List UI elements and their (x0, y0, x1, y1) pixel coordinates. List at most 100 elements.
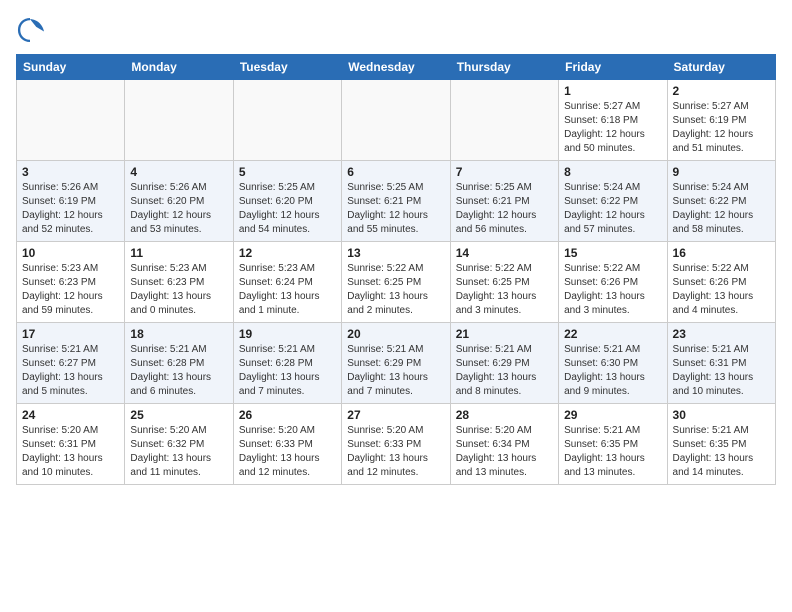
calendar-cell: 26 Sunrise: 5:20 AM Sunset: 6:33 PM Dayli… (233, 404, 341, 485)
header (16, 16, 776, 44)
calendar-header-monday: Monday (125, 55, 233, 80)
calendar-cell (125, 80, 233, 161)
day-detail: Sunrise: 5:24 AM Sunset: 6:22 PM Dayligh… (673, 181, 770, 237)
calendar-week-row: 1Sunrise: 5:27 AM Sunset: 6:18 PM Daylig… (17, 80, 776, 161)
calendar-cell: 14 Sunrise: 5:22 AM Sunset: 6:25 PM Dayli… (450, 242, 558, 323)
calendar-cell: 16 Sunrise: 5:22 AM Sunset: 6:26 PM Dayli… (667, 242, 775, 323)
day-number: 8 (564, 165, 661, 179)
day-detail: Sunrise: 5:21 AM Sunset: 6:30 PM Dayligh… (564, 343, 661, 399)
calendar-cell: 23 Sunrise: 5:21 AM Sunset: 6:31 PM Dayli… (667, 323, 775, 404)
calendar-week-row: 3 Sunrise: 5:26 AM Sunset: 6:19 PM Daylig… (17, 161, 776, 242)
day-number: 7 (456, 165, 553, 179)
calendar-cell: 1Sunrise: 5:27 AM Sunset: 6:18 PM Daylig… (559, 80, 667, 161)
day-detail: Sunrise: 5:23 AM Sunset: 6:23 PM Dayligh… (22, 262, 119, 318)
calendar-cell: 8 Sunrise: 5:24 AM Sunset: 6:22 PM Daylig… (559, 161, 667, 242)
day-detail: Sunrise: 5:23 AM Sunset: 6:23 PM Dayligh… (130, 262, 227, 318)
calendar-cell: 5Sunrise: 5:25 AM Sunset: 6:20 PM Daylig… (233, 161, 341, 242)
day-detail: Sunrise: 5:26 AM Sunset: 6:19 PM Dayligh… (22, 181, 119, 237)
day-detail: Sunrise: 5:27 AM Sunset: 6:19 PM Dayligh… (673, 100, 770, 156)
day-number: 11 (130, 246, 227, 260)
day-number: 18 (130, 327, 227, 341)
day-number: 15 (564, 246, 661, 260)
day-detail: Sunrise: 5:21 AM Sunset: 6:28 PM Dayligh… (239, 343, 336, 399)
calendar-week-row: 24 Sunrise: 5:20 AM Sunset: 6:31 PM Dayli… (17, 404, 776, 485)
day-detail: Sunrise: 5:25 AM Sunset: 6:21 PM Dayligh… (456, 181, 553, 237)
calendar-cell: 27 Sunrise: 5:20 AM Sunset: 6:33 PM Dayli… (342, 404, 450, 485)
calendar-cell: 22 Sunrise: 5:21 AM Sunset: 6:30 PM Dayli… (559, 323, 667, 404)
day-number: 2 (673, 84, 770, 98)
calendar-cell: 12Sunrise: 5:23 AM Sunset: 6:24 PM Dayli… (233, 242, 341, 323)
calendar-cell: 2 Sunrise: 5:27 AM Sunset: 6:19 PM Daylig… (667, 80, 775, 161)
day-number: 29 (564, 408, 661, 422)
day-number: 26 (239, 408, 336, 422)
calendar-week-row: 17 Sunrise: 5:21 AM Sunset: 6:27 PM Dayli… (17, 323, 776, 404)
day-number: 10 (22, 246, 119, 260)
day-number: 20 (347, 327, 444, 341)
calendar-header-row: SundayMondayTuesdayWednesdayThursdayFrid… (17, 55, 776, 80)
day-detail: Sunrise: 5:21 AM Sunset: 6:27 PM Dayligh… (22, 343, 119, 399)
calendar-cell: 25Sunrise: 5:20 AM Sunset: 6:32 PM Dayli… (125, 404, 233, 485)
calendar-cell: 4 Sunrise: 5:26 AM Sunset: 6:20 PM Daylig… (125, 161, 233, 242)
calendar-cell: 20 Sunrise: 5:21 AM Sunset: 6:29 PM Dayli… (342, 323, 450, 404)
calendar-cell: 30 Sunrise: 5:21 AM Sunset: 6:35 PM Dayli… (667, 404, 775, 485)
logo (16, 16, 48, 44)
calendar-cell (450, 80, 558, 161)
day-number: 3 (22, 165, 119, 179)
calendar-cell: 29Sunrise: 5:21 AM Sunset: 6:35 PM Dayli… (559, 404, 667, 485)
day-detail: Sunrise: 5:20 AM Sunset: 6:34 PM Dayligh… (456, 424, 553, 480)
day-number: 13 (347, 246, 444, 260)
day-detail: Sunrise: 5:21 AM Sunset: 6:31 PM Dayligh… (673, 343, 770, 399)
calendar-cell: 7 Sunrise: 5:25 AM Sunset: 6:21 PM Daylig… (450, 161, 558, 242)
calendar-cell: 6Sunrise: 5:25 AM Sunset: 6:21 PM Daylig… (342, 161, 450, 242)
day-number: 30 (673, 408, 770, 422)
calendar-cell: 15 Sunrise: 5:22 AM Sunset: 6:26 PM Dayli… (559, 242, 667, 323)
day-number: 22 (564, 327, 661, 341)
day-detail: Sunrise: 5:24 AM Sunset: 6:22 PM Dayligh… (564, 181, 661, 237)
calendar-header-thursday: Thursday (450, 55, 558, 80)
day-number: 23 (673, 327, 770, 341)
calendar-cell: 18 Sunrise: 5:21 AM Sunset: 6:28 PM Dayli… (125, 323, 233, 404)
calendar-cell: 21 Sunrise: 5:21 AM Sunset: 6:29 PM Dayli… (450, 323, 558, 404)
calendar-cell: 9Sunrise: 5:24 AM Sunset: 6:22 PM Daylig… (667, 161, 775, 242)
calendar-header-friday: Friday (559, 55, 667, 80)
day-detail: Sunrise: 5:23 AM Sunset: 6:24 PM Dayligh… (239, 262, 336, 318)
calendar-cell (342, 80, 450, 161)
day-detail: Sunrise: 5:22 AM Sunset: 6:25 PM Dayligh… (347, 262, 444, 318)
day-number: 24 (22, 408, 119, 422)
day-detail: Sunrise: 5:26 AM Sunset: 6:20 PM Dayligh… (130, 181, 227, 237)
day-detail: Sunrise: 5:20 AM Sunset: 6:33 PM Dayligh… (347, 424, 444, 480)
calendar-cell: 17 Sunrise: 5:21 AM Sunset: 6:27 PM Dayli… (17, 323, 125, 404)
calendar-cell: 3 Sunrise: 5:26 AM Sunset: 6:19 PM Daylig… (17, 161, 125, 242)
calendar-cell: 24 Sunrise: 5:20 AM Sunset: 6:31 PM Dayli… (17, 404, 125, 485)
calendar-header-sunday: Sunday (17, 55, 125, 80)
calendar-cell: 19Sunrise: 5:21 AM Sunset: 6:28 PM Dayli… (233, 323, 341, 404)
day-number: 14 (456, 246, 553, 260)
day-detail: Sunrise: 5:21 AM Sunset: 6:35 PM Dayligh… (673, 424, 770, 480)
calendar-week-row: 10 Sunrise: 5:23 AM Sunset: 6:23 PM Dayli… (17, 242, 776, 323)
day-detail: Sunrise: 5:25 AM Sunset: 6:20 PM Dayligh… (239, 181, 336, 237)
day-number: 21 (456, 327, 553, 341)
calendar-header-saturday: Saturday (667, 55, 775, 80)
day-detail: Sunrise: 5:21 AM Sunset: 6:28 PM Dayligh… (130, 343, 227, 399)
day-number: 4 (130, 165, 227, 179)
day-number: 16 (673, 246, 770, 260)
day-detail: Sunrise: 5:27 AM Sunset: 6:18 PM Dayligh… (564, 100, 661, 156)
calendar-cell: 11 Sunrise: 5:23 AM Sunset: 6:23 PM Dayli… (125, 242, 233, 323)
calendar-cell (233, 80, 341, 161)
day-detail: Sunrise: 5:20 AM Sunset: 6:31 PM Dayligh… (22, 424, 119, 480)
calendar-header-tuesday: Tuesday (233, 55, 341, 80)
logo-icon (16, 16, 44, 44)
calendar-cell (17, 80, 125, 161)
day-detail: Sunrise: 5:22 AM Sunset: 6:26 PM Dayligh… (564, 262, 661, 318)
day-detail: Sunrise: 5:25 AM Sunset: 6:21 PM Dayligh… (347, 181, 444, 237)
day-number: 17 (22, 327, 119, 341)
day-detail: Sunrise: 5:21 AM Sunset: 6:29 PM Dayligh… (456, 343, 553, 399)
day-detail: Sunrise: 5:22 AM Sunset: 6:25 PM Dayligh… (456, 262, 553, 318)
day-detail: Sunrise: 5:21 AM Sunset: 6:29 PM Dayligh… (347, 343, 444, 399)
day-detail: Sunrise: 5:20 AM Sunset: 6:33 PM Dayligh… (239, 424, 336, 480)
day-detail: Sunrise: 5:22 AM Sunset: 6:26 PM Dayligh… (673, 262, 770, 318)
day-number: 27 (347, 408, 444, 422)
calendar-cell: 13 Sunrise: 5:22 AM Sunset: 6:25 PM Dayli… (342, 242, 450, 323)
day-number: 28 (456, 408, 553, 422)
day-number: 25 (130, 408, 227, 422)
